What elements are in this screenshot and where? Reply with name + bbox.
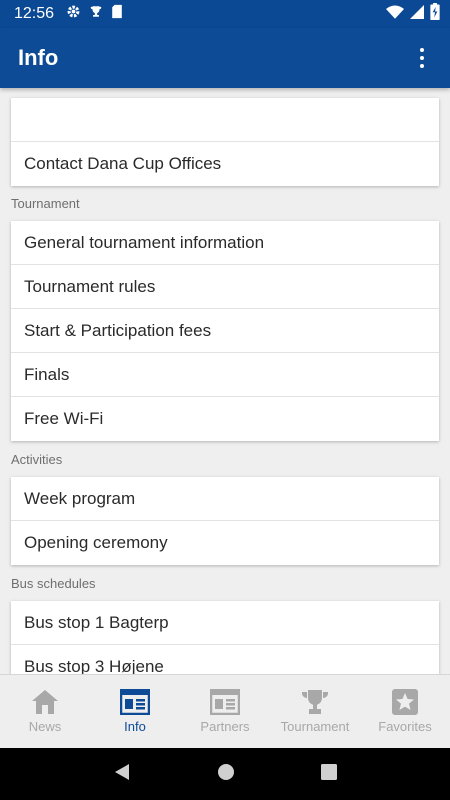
back-icon[interactable]	[113, 763, 131, 786]
home-icon	[31, 689, 59, 715]
list-item-week-program[interactable]: Week program	[11, 477, 439, 521]
system-nav-bar	[0, 748, 450, 800]
sd-card-icon	[111, 4, 123, 24]
list-item-empty[interactable]	[11, 98, 439, 142]
nav-info-label: Info	[124, 719, 146, 734]
list-item-fees[interactable]: Start & Participation fees	[11, 309, 439, 353]
gear-icon	[66, 4, 81, 24]
info-page-icon	[120, 689, 150, 715]
section-header-activities: Activities	[11, 452, 63, 467]
battery-charging-icon	[430, 3, 440, 25]
section-header-tournament: Tournament	[11, 196, 80, 211]
nav-favorites-label: Favorites	[378, 719, 432, 734]
nav-news-label: News	[28, 719, 62, 734]
top-card: Contact Dana Cup Offices	[11, 98, 439, 186]
signal-icon	[410, 4, 424, 24]
list-item-free-wifi[interactable]: Free Wi-Fi	[11, 397, 439, 441]
nav-favorites[interactable]: Favorites	[360, 675, 450, 748]
nav-partners[interactable]: Partners	[180, 675, 270, 748]
list-item-finals[interactable]: Finals	[11, 353, 439, 397]
list-item-general-info[interactable]: General tournament information	[11, 221, 439, 265]
activities-card: Week program Opening ceremony	[11, 477, 439, 565]
tournament-card: General tournament information Tournamen…	[11, 221, 439, 441]
nav-tournament[interactable]: Tournament	[270, 675, 360, 748]
more-vert-icon[interactable]	[412, 43, 432, 73]
bottom-nav: News Info Partners Tournament Favorites	[0, 674, 450, 748]
home-button-icon[interactable]	[217, 763, 235, 786]
nav-tournament-label: Tournament	[280, 719, 350, 734]
page-title: Info	[18, 45, 59, 70]
trophy-icon	[300, 689, 330, 715]
partners-icon	[210, 689, 240, 715]
nav-partners-label: Partners	[200, 719, 250, 734]
bus-card: Bus stop 1 Bagterp Bus stop 3 Højene	[11, 601, 439, 674]
star-icon	[392, 689, 418, 715]
trophy-icon	[89, 4, 103, 24]
list-item-contact-offices[interactable]: Contact Dana Cup Offices	[11, 142, 439, 186]
list-item-opening-ceremony[interactable]: Opening ceremony	[11, 521, 439, 565]
info-list[interactable]: Contact Dana Cup Offices Tournament Gene…	[0, 88, 450, 674]
list-item-bus-stop-3[interactable]: Bus stop 3 Højene	[11, 645, 439, 674]
wifi-icon	[386, 5, 404, 24]
list-item-bus-stop-1[interactable]: Bus stop 1 Bagterp	[11, 601, 439, 645]
nav-news[interactable]: News	[0, 675, 90, 748]
status-bar: 12:56	[0, 0, 450, 28]
app-bar: Info	[0, 28, 450, 88]
recents-icon[interactable]	[321, 763, 337, 785]
status-time: 12:56	[14, 5, 55, 22]
nav-info[interactable]: Info	[90, 675, 180, 748]
list-item-tournament-rules[interactable]: Tournament rules	[11, 265, 439, 309]
section-header-bus-schedules: Bus schedules	[11, 576, 96, 591]
